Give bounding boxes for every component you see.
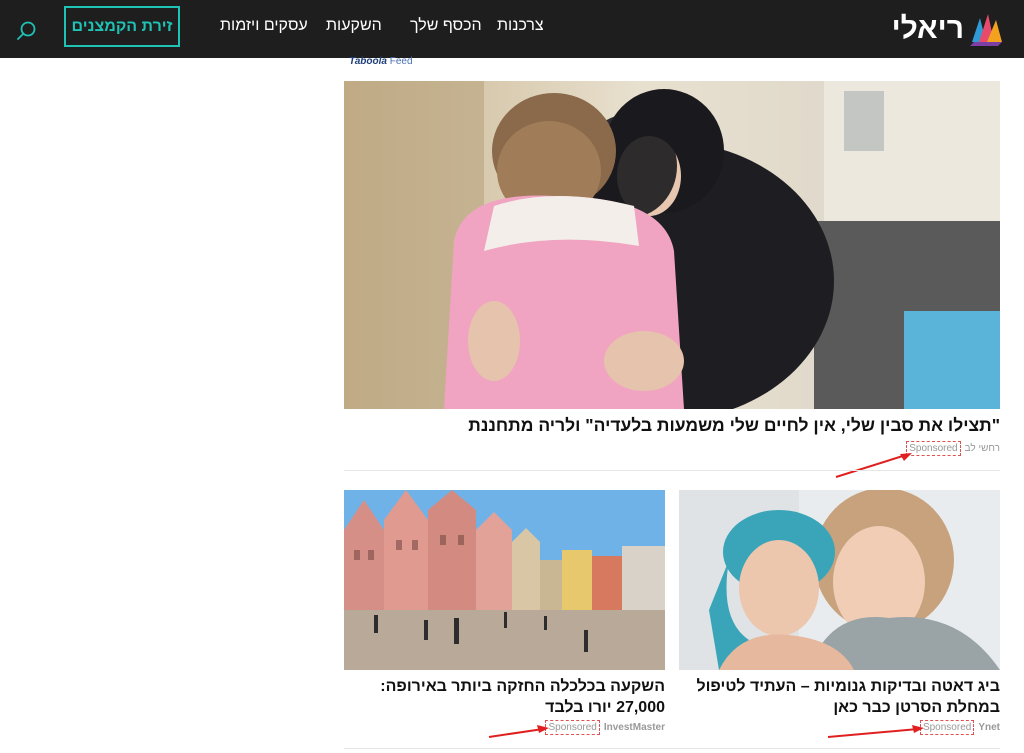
card-1-image[interactable] <box>344 81 1000 409</box>
taboola-feed-word: Feed <box>389 56 413 67</box>
nav-item-consumerism[interactable]: צרכנות <box>497 17 544 35</box>
card-2-source[interactable]: Ynet <box>978 722 1000 733</box>
annotation-arrow-2 <box>827 725 924 738</box>
nav-item-business[interactable]: עסקים ויזמות <box>220 17 308 35</box>
nav-item-your-money[interactable]: הכסף שלך <box>410 17 482 35</box>
card-divider-2 <box>344 748 1000 749</box>
card-3-sponsored-label[interactable]: Sponsored <box>545 720 600 735</box>
annotation-arrow-1 <box>835 453 912 478</box>
card-divider-1 <box>344 470 1000 471</box>
annotation-arrow-3 <box>488 725 549 738</box>
cheapskates-arena-button[interactable]: זירת הקמצנים <box>64 6 180 47</box>
card-1-sponsored-label[interactable]: Sponsored <box>906 441 961 456</box>
search-icon[interactable] <box>16 20 38 42</box>
card-1-meta: רחשי לב Sponsored <box>906 441 1000 456</box>
card-3-source[interactable]: InvestMaster <box>604 722 665 733</box>
site-logo[interactable]: ריאלי <box>892 10 1004 48</box>
card-2-sponsored-label[interactable]: Sponsored <box>919 720 975 735</box>
card-3-title[interactable]: השקעה בכלכלה החזקה ביותר באירופה: 27,000… <box>344 676 665 718</box>
taboola-brand: Taboola <box>349 56 387 67</box>
nav-item-investments[interactable]: השקעות <box>326 17 382 35</box>
card-2-image[interactable] <box>679 490 1000 670</box>
card-2-title[interactable]: ביג דאטה ובדיקות גנומיות – העתיד לטיפול … <box>679 676 1000 718</box>
logo-mark-icon <box>970 14 1002 46</box>
card-3-image[interactable] <box>344 490 665 670</box>
top-navigation-bar: ריאלי צרכנות הכסף שלך השקעות עסקים ויזמו… <box>0 0 1024 58</box>
card-2-meta: Ynet Sponsored <box>919 720 1000 735</box>
taboola-feed-label[interactable]: Taboola Feed <box>349 56 413 67</box>
logo-text: ריאלי <box>891 12 964 45</box>
card-1-source[interactable]: רחשי לב <box>965 443 1000 454</box>
card-1-title[interactable]: "תצילו את סבין שלי, אין לחיים שלי משמעות… <box>344 414 1000 436</box>
